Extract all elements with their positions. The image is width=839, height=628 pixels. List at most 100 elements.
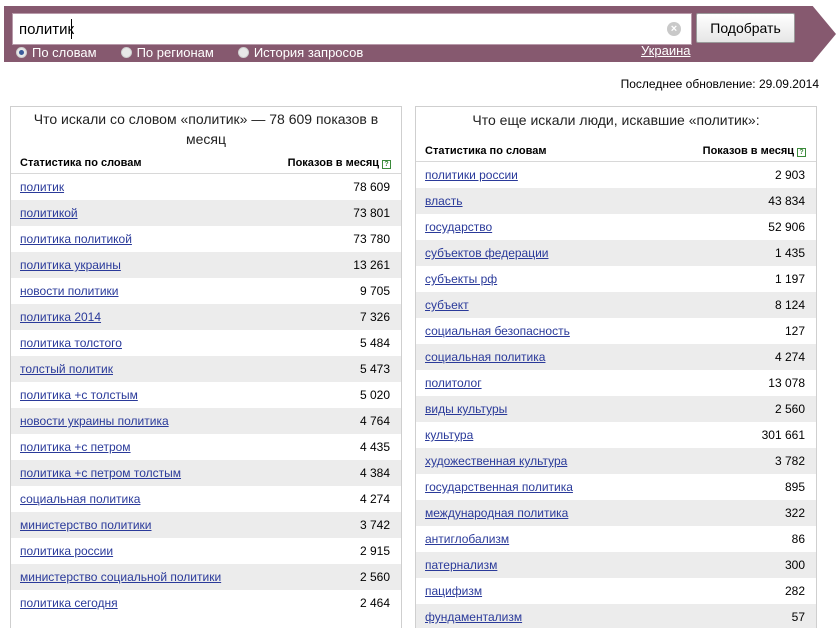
table-row: субъектов федерации 1 435 bbox=[416, 240, 816, 266]
keyword-link[interactable]: новости украины политика bbox=[20, 414, 169, 428]
impressions-count: 5 473 bbox=[359, 362, 390, 376]
table-row: политики россии 2 903 bbox=[416, 162, 816, 188]
impressions-count: 4 274 bbox=[774, 350, 805, 364]
keyword-link[interactable]: виды культуры bbox=[425, 402, 507, 416]
table-row: политика толстого 5 484 bbox=[11, 330, 401, 356]
keyword-link[interactable]: политика 2014 bbox=[20, 310, 101, 324]
impressions-count: 300 bbox=[784, 558, 805, 572]
keyword-link[interactable]: толстый политик bbox=[20, 362, 113, 376]
keyword-link[interactable]: фундаментализм bbox=[425, 610, 522, 624]
keyword-link[interactable]: социальная безопасность bbox=[425, 324, 570, 338]
table-row: патернализм 300 bbox=[416, 552, 816, 578]
keyword-link[interactable]: политика +с толстым bbox=[20, 388, 138, 402]
table-row: толстый политик 5 473 bbox=[11, 356, 401, 382]
keyword-link[interactable]: субъекты рф bbox=[425, 272, 497, 286]
col-count-header: Показов в месяц? bbox=[703, 145, 806, 157]
table-row: антиглобализм 86 bbox=[416, 526, 816, 552]
impressions-count: 8 124 bbox=[774, 298, 805, 312]
keyword-link[interactable]: политики россии bbox=[425, 168, 518, 182]
keyword-link[interactable]: пацифизм bbox=[425, 584, 482, 598]
impressions-count: 301 661 bbox=[761, 428, 805, 442]
keyword-link[interactable]: политика сегодня bbox=[20, 596, 118, 610]
impressions-count: 1 435 bbox=[774, 246, 805, 260]
keyword-link[interactable]: государство bbox=[425, 220, 492, 234]
table-row: политика +с толстым 5 020 bbox=[11, 382, 401, 408]
keyword-link[interactable]: субъект bbox=[425, 298, 469, 312]
submit-button[interactable]: Подобрать bbox=[696, 13, 795, 43]
keyword-link[interactable]: государственная политика bbox=[425, 480, 573, 494]
keyword-link[interactable]: политолог bbox=[425, 376, 482, 390]
mode-label: История запросов bbox=[253, 44, 364, 60]
clear-icon[interactable]: × bbox=[667, 22, 681, 36]
keyword-link[interactable]: политика политикой bbox=[20, 232, 132, 246]
region-link[interactable]: Украина bbox=[641, 43, 691, 58]
keyword-link[interactable]: политика украины bbox=[20, 258, 121, 272]
keyword-link[interactable]: политик bbox=[20, 180, 64, 194]
keyword-link[interactable]: новости политики bbox=[20, 284, 119, 298]
right-table: Статистика по словам Показов в месяц? по… bbox=[416, 141, 816, 628]
mode-by-regions[interactable]: По регионам bbox=[120, 45, 214, 60]
keyword-link[interactable]: антиглобализм bbox=[425, 532, 509, 546]
keyword-link[interactable]: политика +с петром bbox=[20, 440, 131, 454]
table-row: политика сегодня 2 464 bbox=[11, 590, 401, 616]
last-updated: Последнее обновление: 29.09.2014 bbox=[620, 77, 819, 91]
keyword-link[interactable]: патернализм bbox=[425, 558, 497, 572]
search-mode-group: По словам По регионам История запросов bbox=[16, 43, 387, 61]
keyword-link[interactable]: министерство социальной политики bbox=[20, 570, 221, 584]
table-row: политика украины 13 261 bbox=[11, 252, 401, 278]
keyword-link[interactable]: международная политика bbox=[425, 506, 568, 520]
search-input[interactable] bbox=[12, 13, 692, 45]
table-row: новости политики 9 705 bbox=[11, 278, 401, 304]
left-panel-title: Что искали со словом «политик» — 78 609 … bbox=[33, 111, 379, 147]
radio-icon[interactable] bbox=[120, 46, 132, 58]
table-header: Статистика по словам Показов в месяц? bbox=[416, 141, 816, 162]
impressions-count: 4 384 bbox=[359, 466, 390, 480]
impressions-count: 78 609 bbox=[353, 180, 390, 194]
col-count-header: Показов в месяц? bbox=[288, 157, 391, 169]
impressions-count: 5 020 bbox=[359, 388, 390, 402]
left-panel: Что искали со словом «политик» — 78 609 … bbox=[10, 106, 402, 628]
impressions-count: 13 261 bbox=[353, 258, 390, 272]
table-row: политика +с петром толстым 4 384 bbox=[11, 460, 401, 486]
keyword-link[interactable]: художественная культура bbox=[425, 454, 567, 468]
table-row: субъект 8 124 bbox=[416, 292, 816, 318]
mode-query-history[interactable]: История запросов bbox=[237, 44, 364, 60]
table-row: политолог 13 078 bbox=[416, 370, 816, 396]
keyword-link[interactable]: социальная политика bbox=[20, 492, 140, 506]
table-row: субъекты рф 1 197 bbox=[416, 266, 816, 292]
keyword-link[interactable]: культура bbox=[425, 428, 473, 442]
keyword-link[interactable]: политика +с петром толстым bbox=[20, 466, 181, 480]
radio-icon[interactable] bbox=[16, 46, 27, 58]
impressions-count: 282 bbox=[784, 584, 805, 598]
keyword-link[interactable]: министерство политики bbox=[20, 518, 152, 532]
text-caret bbox=[71, 19, 72, 39]
keyword-link[interactable]: политика россии bbox=[20, 544, 113, 558]
impressions-count: 2 560 bbox=[359, 570, 390, 584]
impressions-count: 13 078 bbox=[768, 376, 805, 390]
impressions-count: 895 bbox=[784, 480, 805, 494]
impressions-count: 7 326 bbox=[359, 310, 390, 324]
help-icon[interactable]: ? bbox=[382, 160, 391, 169]
table-row: пацифизм 282 bbox=[416, 578, 816, 604]
mode-by-words[interactable]: По словам bbox=[16, 45, 97, 60]
keyword-link[interactable]: власть bbox=[425, 194, 463, 208]
radio-icon[interactable] bbox=[237, 46, 249, 58]
impressions-count: 73 801 bbox=[353, 206, 390, 220]
impressions-count: 2 903 bbox=[774, 168, 805, 182]
keyword-link[interactable]: политика толстого bbox=[20, 336, 122, 350]
table-row: социальная политика 4 274 bbox=[11, 486, 401, 512]
impressions-count: 57 bbox=[791, 610, 805, 624]
table-row: культура 301 661 bbox=[416, 422, 816, 448]
table-row: политика политикой 73 780 bbox=[11, 226, 401, 252]
keyword-link[interactable]: политикой bbox=[20, 206, 78, 220]
keyword-link[interactable]: субъектов федерации bbox=[425, 246, 549, 260]
help-icon[interactable]: ? bbox=[797, 148, 806, 157]
table-row: политик 78 609 bbox=[11, 174, 401, 200]
keyword-link[interactable]: социальная политика bbox=[425, 350, 545, 364]
table-row: министерство политики 3 742 bbox=[11, 512, 401, 538]
impressions-count: 2 464 bbox=[359, 596, 390, 610]
col-word-header: Статистика по словам bbox=[20, 157, 142, 169]
table-row: международная политика 322 bbox=[416, 500, 816, 526]
table-row: фундаментализм 57 bbox=[416, 604, 816, 628]
impressions-count: 1 197 bbox=[774, 272, 805, 286]
